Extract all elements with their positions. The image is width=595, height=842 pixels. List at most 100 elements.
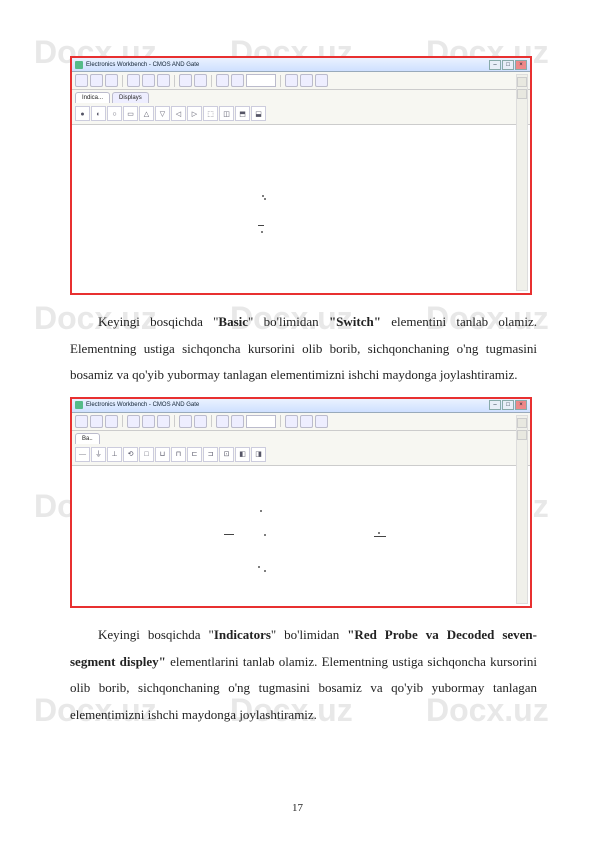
bold-indicators: Indicators (214, 627, 271, 642)
paste-icon[interactable] (157, 415, 170, 428)
simulate-icon[interactable] (285, 74, 298, 87)
circuit-element (260, 510, 262, 512)
component-icon[interactable]: ⏚ (91, 447, 106, 462)
component-icon[interactable]: ◐ (91, 106, 106, 121)
maximize-button[interactable]: □ (502, 400, 514, 410)
tab-indicators[interactable]: Indica... (75, 92, 110, 103)
component-icon[interactable]: ▷ (187, 106, 202, 121)
body-paragraph-2: Keyingi bosqichda "Indicators" bo'limida… (70, 622, 537, 729)
separator (211, 415, 212, 427)
window-title: Electronics Workbench - CMOS AND Gate (86, 62, 199, 68)
zoom-field[interactable] (246, 415, 276, 428)
circuit-element (374, 536, 386, 537)
zoom-out-icon[interactable] (231, 74, 244, 87)
undo-icon[interactable] (179, 415, 192, 428)
tab-displays[interactable]: Displays (112, 92, 149, 103)
app-icon (75, 401, 83, 409)
component-icon[interactable]: ⬓ (251, 106, 266, 121)
component-icon[interactable]: ◨ (251, 447, 266, 462)
separator (174, 75, 175, 87)
new-icon[interactable] (75, 415, 88, 428)
component-ribbon: — ⏚ ⊥ ⟲ □ ⊔ ⊓ ⊏ ⊐ ⊡ ◧ ◨ (72, 444, 530, 466)
right-toolbar (516, 74, 528, 291)
save-icon[interactable] (105, 74, 118, 87)
component-icon[interactable]: ▭ (123, 106, 138, 121)
bold-switch: "Switch" (329, 314, 381, 329)
component-icon[interactable]: ◫ (219, 106, 234, 121)
component-icon[interactable]: △ (139, 106, 154, 121)
workspace-canvas[interactable] (72, 125, 530, 293)
minimize-button[interactable]: – (489, 400, 501, 410)
component-icon[interactable]: ⊓ (171, 447, 186, 462)
copy-icon[interactable] (142, 74, 155, 87)
circuit-element (262, 195, 264, 197)
stop-icon[interactable] (315, 74, 328, 87)
circuit-element (258, 566, 260, 568)
page-number: 17 (0, 802, 595, 814)
tool-icon[interactable] (517, 430, 527, 440)
tab-basic[interactable]: Ba.. (75, 433, 100, 444)
component-icon[interactable]: ▽ (155, 106, 170, 121)
separator (174, 415, 175, 427)
close-button[interactable]: × (515, 400, 527, 410)
screenshot-2: Electronics Workbench - CMOS AND Gate – … (70, 397, 532, 608)
pause-icon[interactable] (300, 74, 313, 87)
open-icon[interactable] (90, 415, 103, 428)
component-icon[interactable]: □ (139, 447, 154, 462)
text: Keyingi bosqichda " (98, 314, 218, 329)
workspace-canvas[interactable] (72, 466, 530, 606)
separator (280, 415, 281, 427)
component-icon[interactable]: ● (75, 106, 90, 121)
separator (122, 415, 123, 427)
save-icon[interactable] (105, 415, 118, 428)
body-paragraph-1: Keyingi bosqichda "Basic" bo'limidan "Sw… (70, 309, 537, 389)
bold-basic: Basic (218, 314, 248, 329)
page-content: Electronics Workbench - CMOS AND Gate – … (0, 0, 595, 728)
circuit-element (378, 532, 380, 534)
zoom-out-icon[interactable] (231, 415, 244, 428)
tool-icon[interactable] (517, 77, 527, 87)
redo-icon[interactable] (194, 415, 207, 428)
component-tabs: Indica... Displays (72, 90, 530, 103)
component-icon[interactable]: ◁ (171, 106, 186, 121)
close-button[interactable]: × (515, 60, 527, 70)
component-icon[interactable]: ◧ (235, 447, 250, 462)
paste-icon[interactable] (157, 74, 170, 87)
cut-icon[interactable] (127, 74, 140, 87)
component-icon[interactable]: — (75, 447, 90, 462)
zoom-in-icon[interactable] (216, 415, 229, 428)
separator (122, 75, 123, 87)
zoom-field[interactable] (246, 74, 276, 87)
redo-icon[interactable] (194, 74, 207, 87)
component-icon[interactable]: ⊡ (219, 447, 234, 462)
stop-icon[interactable] (315, 415, 328, 428)
component-icon[interactable]: ⟲ (123, 447, 138, 462)
cut-icon[interactable] (127, 415, 140, 428)
app-icon (75, 61, 83, 69)
zoom-in-icon[interactable] (216, 74, 229, 87)
pause-icon[interactable] (300, 415, 313, 428)
tool-icon[interactable] (517, 89, 527, 99)
separator (280, 75, 281, 87)
copy-icon[interactable] (142, 415, 155, 428)
component-icon[interactable]: ⊔ (155, 447, 170, 462)
window-titlebar: Electronics Workbench - CMOS AND Gate – … (72, 399, 530, 413)
minimize-button[interactable]: – (489, 60, 501, 70)
main-toolbar (72, 72, 530, 90)
open-icon[interactable] (90, 74, 103, 87)
component-icon[interactable]: ⬒ (235, 106, 250, 121)
circuit-element (264, 198, 266, 200)
undo-icon[interactable] (179, 74, 192, 87)
component-tabs: Ba.. (72, 431, 530, 444)
tool-icon[interactable] (517, 418, 527, 428)
component-icon[interactable]: ○ (107, 106, 122, 121)
component-icon[interactable]: ⬚ (203, 106, 218, 121)
component-icon[interactable]: ⊥ (107, 447, 122, 462)
component-icon[interactable]: ⊐ (203, 447, 218, 462)
simulate-icon[interactable] (285, 415, 298, 428)
component-icon[interactable]: ⊏ (187, 447, 202, 462)
text: " bo'limidan (248, 314, 329, 329)
new-icon[interactable] (75, 74, 88, 87)
maximize-button[interactable]: □ (502, 60, 514, 70)
circuit-element (264, 570, 266, 572)
